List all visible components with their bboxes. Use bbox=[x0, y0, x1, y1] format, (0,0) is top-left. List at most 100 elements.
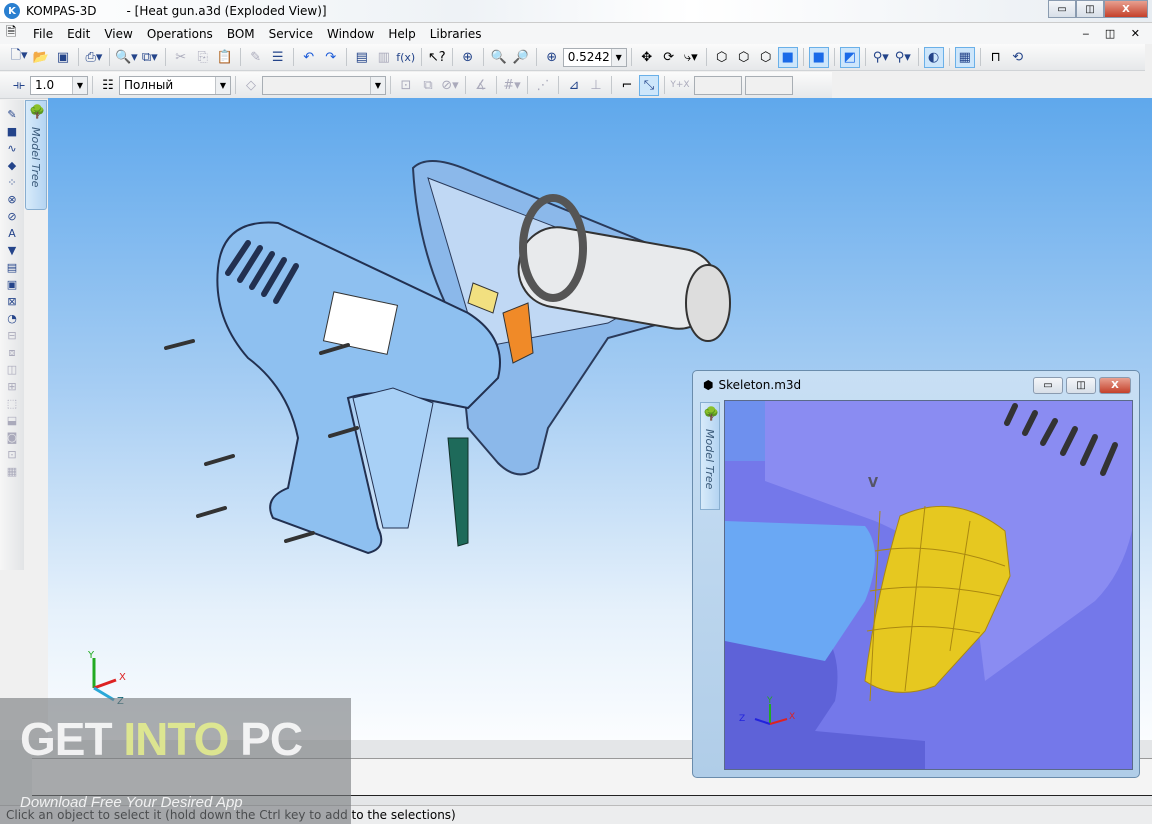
zoom-window-icon[interactable]: ⊕ bbox=[458, 47, 478, 68]
tool-6-icon[interactable]: ⬓ bbox=[2, 412, 22, 429]
restore-button[interactable]: ◫ bbox=[1076, 0, 1104, 18]
tool-7-icon[interactable]: ◙ bbox=[2, 429, 22, 446]
add-component-icon[interactable]: ◆ bbox=[2, 157, 22, 174]
tool-1-icon[interactable]: ⊟ bbox=[2, 327, 22, 344]
minimize-button[interactable]: ▭ bbox=[1048, 0, 1076, 18]
extrude-icon[interactable]: ■ bbox=[2, 123, 22, 140]
hidden-lines-icon[interactable]: ⬡ bbox=[734, 47, 754, 68]
step-combo[interactable]: 1.0 ▼ bbox=[30, 75, 88, 95]
edit-part-icon[interactable]: ✎ bbox=[2, 106, 22, 123]
axis-icon[interactable]: ⊥ bbox=[586, 75, 606, 96]
rotate-icon[interactable]: ⟳ bbox=[659, 47, 679, 68]
menu-service[interactable]: Service bbox=[262, 27, 320, 41]
tool-5-icon[interactable]: ⬚ bbox=[2, 395, 22, 412]
shaded-icon[interactable]: ■ bbox=[777, 46, 798, 68]
child-3d-viewport[interactable]: V Y Z X bbox=[724, 400, 1133, 770]
sketch-icon[interactable]: A bbox=[2, 225, 22, 242]
spline-icon[interactable]: ∿ bbox=[2, 140, 22, 157]
light-icon[interactable]: ⚲▾ bbox=[871, 47, 891, 68]
menu-view[interactable]: View bbox=[97, 27, 139, 41]
attach-icon[interactable]: ⊘ bbox=[2, 208, 22, 225]
light-source-icon[interactable]: ⚲▾ bbox=[893, 47, 913, 68]
menu-file[interactable]: File bbox=[26, 27, 60, 41]
angle-icon[interactable]: ∡ bbox=[471, 75, 491, 96]
shaded-edges-icon[interactable]: ■ bbox=[808, 46, 829, 68]
tool-9-icon[interactable]: ▦ bbox=[2, 463, 22, 480]
chevron-down-icon[interactable]: ▼ bbox=[215, 76, 230, 94]
redo-icon[interactable]: ↷ bbox=[321, 47, 341, 68]
orientation-icon[interactable]: ⤷▾ bbox=[681, 47, 701, 68]
close-button[interactable]: X bbox=[1104, 0, 1148, 18]
diagnostics-icon[interactable]: ⊠ bbox=[2, 293, 22, 310]
child-restore-button[interactable]: ◫ bbox=[1066, 377, 1096, 394]
mdi-window-controls[interactable]: ‒ ◫ ✕ bbox=[1082, 27, 1146, 40]
tool-3-icon[interactable]: ◫ bbox=[2, 361, 22, 378]
zoom-scale-combo[interactable]: 0.5242 ▼ bbox=[562, 47, 627, 67]
zoom-in-icon[interactable]: 🔍 bbox=[489, 47, 509, 68]
edit-sketch-icon[interactable]: ⧉ bbox=[418, 75, 438, 96]
tool-2-icon[interactable]: ⧈ bbox=[2, 344, 22, 361]
menu-operations[interactable]: Operations bbox=[140, 27, 220, 41]
preview-icon[interactable]: 🔍▾ bbox=[115, 47, 138, 68]
tool-8-icon[interactable]: ⊡ bbox=[2, 446, 22, 463]
child-title-bar: ⬢ Skeleton.m3d bbox=[703, 378, 801, 392]
mass-properties-icon[interactable]: ▦ bbox=[954, 46, 975, 68]
grid-icon[interactable]: #▾ bbox=[502, 75, 522, 96]
document-menu-icon[interactable]: 🗎 bbox=[6, 23, 26, 45]
child-model-tree-tab[interactable]: 🌳 Model Tree bbox=[700, 402, 720, 510]
attach-icon[interactable]: ⊘▾ bbox=[440, 75, 460, 96]
menu-help[interactable]: Help bbox=[381, 27, 422, 41]
paste-icon[interactable]: 📋 bbox=[215, 47, 235, 68]
chevron-down-icon[interactable]: ▼ bbox=[610, 48, 626, 66]
surface-icon[interactable]: ▣ bbox=[2, 276, 22, 293]
tool-4-icon[interactable]: ⊞ bbox=[2, 378, 22, 395]
menu-bom[interactable]: BOM bbox=[220, 27, 262, 41]
menu-edit[interactable]: Edit bbox=[60, 27, 97, 41]
menu-libraries[interactable]: Libraries bbox=[423, 27, 489, 41]
child-close-button[interactable]: X bbox=[1099, 377, 1131, 394]
x-coord-field[interactable] bbox=[694, 75, 742, 95]
title-bar: K KOMPAS-3D - [Heat gun.a3d (Exploded Vi… bbox=[0, 0, 1152, 22]
new-document-icon[interactable]: 🗋▾ bbox=[9, 47, 29, 68]
save-icon[interactable]: ▣ bbox=[53, 47, 73, 68]
paste-special-icon[interactable]: ⧉▾ bbox=[140, 47, 160, 68]
undo-icon[interactable]: ↶ bbox=[299, 47, 319, 68]
open-folder-icon[interactable]: 📂 bbox=[31, 47, 51, 68]
y-coord-field[interactable] bbox=[745, 75, 793, 95]
model-tree-tab[interactable]: 🌳 Model Tree bbox=[25, 100, 47, 210]
menu-window[interactable]: Window bbox=[320, 27, 381, 41]
print-icon[interactable]: ⎙▾ bbox=[84, 47, 104, 68]
snap-points-icon[interactable]: ⤡ bbox=[639, 74, 659, 96]
layer-combo[interactable]: ▼ bbox=[262, 75, 386, 95]
variables-icon[interactable]: f(x) bbox=[396, 47, 416, 68]
mate-icon[interactable]: ⊗ bbox=[2, 191, 22, 208]
local-cs-icon[interactable]: ⋰ bbox=[533, 75, 553, 96]
manager-icon[interactable]: ▤ bbox=[352, 47, 372, 68]
section-icon[interactable]: ◐ bbox=[923, 46, 944, 68]
coordinate-system-icon[interactable]: ⊿ bbox=[564, 75, 584, 96]
chevron-down-icon[interactable]: ▼ bbox=[370, 76, 385, 94]
child-minimize-button[interactable]: ▭ bbox=[1033, 377, 1063, 394]
cut-icon[interactable]: ✂ bbox=[171, 47, 191, 68]
measure-icon[interactable]: ⊓ bbox=[986, 47, 1006, 68]
chevron-down-icon[interactable]: ▼ bbox=[72, 76, 87, 94]
spec-icon[interactable]: ▤ bbox=[2, 259, 22, 276]
copy-icon[interactable]: ⎘ bbox=[193, 47, 213, 68]
perspective-icon[interactable]: ◩ bbox=[839, 46, 860, 68]
bend-icon[interactable]: ◔ bbox=[2, 310, 22, 327]
wireframe-icon[interactable]: ⬡ bbox=[712, 47, 732, 68]
library-icon[interactable]: ▥ bbox=[374, 47, 394, 68]
ortho-icon[interactable]: ⌐ bbox=[617, 75, 637, 96]
rebuild-icon[interactable]: ⟲ bbox=[1008, 47, 1028, 68]
filter-icon[interactable]: ▼ bbox=[2, 242, 22, 259]
zoom-out-icon[interactable]: 🔎 bbox=[511, 47, 531, 68]
style-combo[interactable]: Полный ▼ bbox=[119, 75, 231, 95]
snap-icon[interactable]: ⊡ bbox=[396, 75, 416, 96]
help-pointer-icon[interactable]: ↖? bbox=[427, 47, 447, 68]
hidden-lines-thin-icon[interactable]: ⬡ bbox=[756, 47, 776, 68]
properties-icon[interactable]: ☰ bbox=[268, 47, 288, 68]
array-icon[interactable]: ⁘ bbox=[2, 174, 22, 191]
brush-icon[interactable]: ✎ bbox=[246, 47, 266, 68]
pan-icon[interactable]: ✥ bbox=[637, 47, 657, 68]
zoom-scale-icon[interactable]: ⊕ bbox=[542, 47, 562, 68]
